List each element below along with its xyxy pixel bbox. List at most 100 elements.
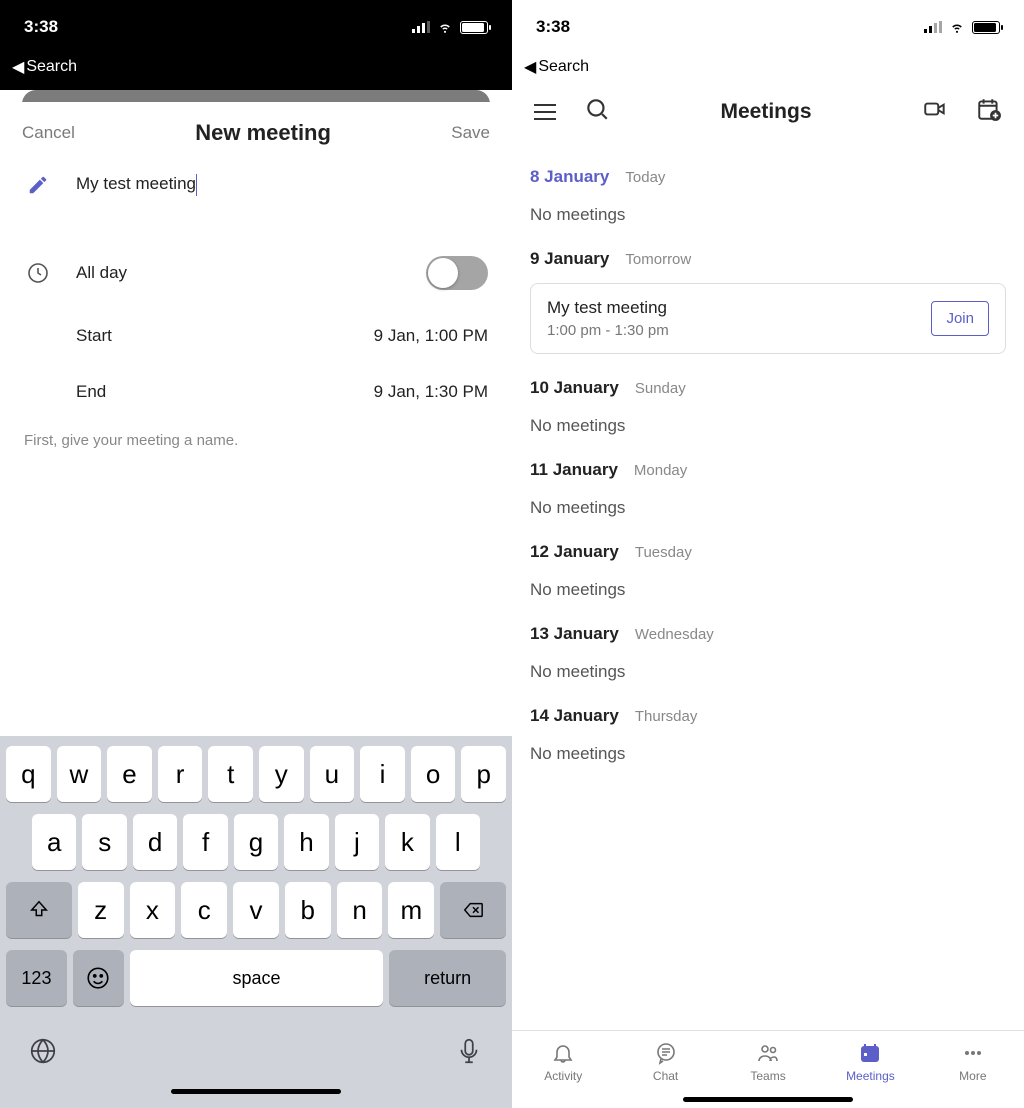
hint-text: First, give your meeting a name. <box>0 420 512 461</box>
key-m[interactable]: m <box>388 882 434 938</box>
clock-icon <box>24 261 52 285</box>
tab-teams[interactable]: Teams <box>717 1041 819 1083</box>
day-tag: Tomorrow <box>625 251 691 268</box>
key-u[interactable]: u <box>310 746 355 802</box>
end-value: 9 Jan, 1:30 PM <box>374 382 488 402</box>
key-a[interactable]: a <box>32 814 76 870</box>
keyboard-bottom <box>6 1018 506 1079</box>
key-n[interactable]: n <box>337 882 383 938</box>
status-time: 3:38 <box>536 17 570 37</box>
day-date: 9 January <box>530 249 609 269</box>
tab-label: Activity <box>544 1069 582 1083</box>
day-tag: Thursday <box>635 708 698 725</box>
home-indicator[interactable] <box>171 1089 341 1094</box>
day-tag: Sunday <box>635 380 686 397</box>
key-r[interactable]: r <box>158 746 203 802</box>
back-to-search[interactable]: ◀ Search <box>512 54 1024 80</box>
day-date: 14 January <box>530 706 619 726</box>
wifi-icon <box>948 20 966 34</box>
search-button[interactable] <box>584 96 610 127</box>
key-d[interactable]: d <box>133 814 177 870</box>
key-s[interactable]: s <box>82 814 126 870</box>
key-f[interactable]: f <box>183 814 227 870</box>
all-day-label: All day <box>76 263 402 283</box>
day-header: 11 JanuaryMonday <box>530 460 1006 480</box>
meeting-time: 1:00 pm - 1:30 pm <box>547 322 669 339</box>
tab-label: Chat <box>653 1069 678 1083</box>
day-tag: Tuesday <box>635 544 692 561</box>
all-day-row: All day <box>0 238 512 308</box>
return-key[interactable]: return <box>389 950 506 1006</box>
key-p[interactable]: p <box>461 746 506 802</box>
key-v[interactable]: v <box>233 882 279 938</box>
numbers-key[interactable]: 123 <box>6 950 67 1006</box>
status-bar: 3:38 <box>0 0 512 54</box>
key-w[interactable]: w <box>57 746 102 802</box>
key-i[interactable]: i <box>360 746 405 802</box>
day-date: 8 January <box>530 167 609 187</box>
key-o[interactable]: o <box>411 746 456 802</box>
battery-icon <box>972 21 1000 34</box>
key-l[interactable]: l <box>436 814 480 870</box>
day-tag: Wednesday <box>635 626 714 643</box>
back-to-search[interactable]: ◀ Search <box>0 54 512 80</box>
key-q[interactable]: q <box>6 746 51 802</box>
space-key[interactable]: space <box>130 950 384 1006</box>
shift-key[interactable] <box>6 882 72 938</box>
status-bar: 3:38 <box>512 0 1024 54</box>
tab-label: More <box>959 1069 986 1083</box>
key-k[interactable]: k <box>385 814 429 870</box>
tab-activity[interactable]: Activity <box>512 1041 614 1083</box>
save-button[interactable]: Save <box>451 123 490 143</box>
status-right <box>924 20 1000 34</box>
cellular-icon <box>924 21 942 33</box>
key-z[interactable]: z <box>78 882 124 938</box>
no-meetings-text: No meetings <box>530 744 1006 764</box>
globe-key[interactable] <box>28 1036 58 1071</box>
day-header: 9 January Tomorrow <box>530 249 1006 269</box>
day-header: 13 JanuaryWednesday <box>530 624 1006 644</box>
cellular-icon <box>412 21 430 33</box>
modal-title: New meeting <box>195 120 331 146</box>
meeting-title: My test meeting <box>547 298 669 318</box>
key-e[interactable]: e <box>107 746 152 802</box>
home-indicator[interactable] <box>683 1097 853 1102</box>
start-row[interactable]: Start 9 Jan, 1:00 PM <box>0 308 512 364</box>
schedule-list[interactable]: 8 JanuaryTodayNo meetings9 JanuaryTomorr… <box>512 143 1024 1030</box>
key-j[interactable]: j <box>335 814 379 870</box>
status-time: 3:38 <box>24 17 58 37</box>
key-h[interactable]: h <box>284 814 328 870</box>
meeting-title-row[interactable]: My test meeting <box>0 156 512 214</box>
key-c[interactable]: c <box>181 882 227 938</box>
sheet-backdrop <box>0 80 512 90</box>
no-meetings-text: No meetings <box>530 498 1006 518</box>
key-t[interactable]: t <box>208 746 253 802</box>
key-y[interactable]: y <box>259 746 304 802</box>
tab-label: Teams <box>750 1069 785 1083</box>
mic-key[interactable] <box>454 1036 484 1071</box>
key-g[interactable]: g <box>234 814 278 870</box>
new-meeting-screen: 3:38 ◀ Search Cancel New meeting Save My… <box>0 0 512 1108</box>
emoji-key[interactable] <box>73 950 124 1006</box>
key-b[interactable]: b <box>285 882 331 938</box>
tab-more[interactable]: More <box>922 1041 1024 1083</box>
menu-button[interactable] <box>534 104 556 120</box>
backspace-key[interactable] <box>440 882 506 938</box>
all-day-toggle[interactable] <box>426 256 488 290</box>
cancel-button[interactable]: Cancel <box>22 123 75 143</box>
key-x[interactable]: x <box>130 882 176 938</box>
day-header: 12 JanuaryTuesday <box>530 542 1006 562</box>
new-meeting-button[interactable] <box>976 96 1002 127</box>
end-row[interactable]: End 9 Jan, 1:30 PM <box>0 364 512 420</box>
tab-chat[interactable]: Chat <box>614 1041 716 1083</box>
day-date: 10 January <box>530 378 619 398</box>
start-label: Start <box>76 326 350 346</box>
meeting-title-input[interactable]: My test meeting <box>76 174 197 196</box>
join-button[interactable]: Join <box>931 301 989 336</box>
meet-now-button[interactable] <box>922 96 948 127</box>
meeting-card[interactable]: My test meeting 1:00 pm - 1:30 pm Join <box>530 283 1006 354</box>
pencil-icon <box>24 174 52 196</box>
meeting-title-input-wrap[interactable]: My test meeting <box>76 174 197 196</box>
start-value: 9 Jan, 1:00 PM <box>374 326 488 346</box>
tab-meetings[interactable]: Meetings <box>819 1041 921 1083</box>
